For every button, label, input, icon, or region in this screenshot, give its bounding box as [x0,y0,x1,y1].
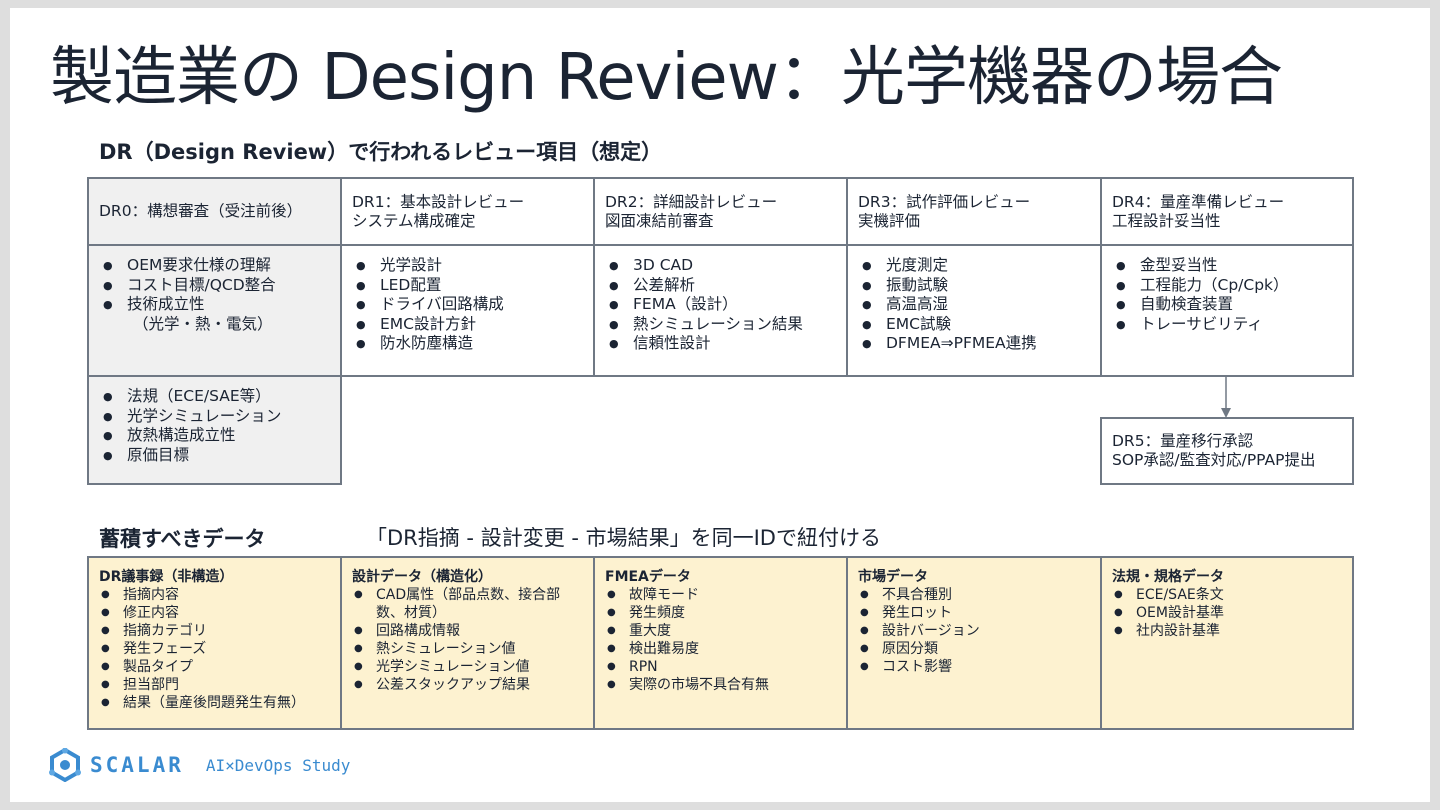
list-item: OEM要求仕様の理解 [101,256,330,276]
list-item: 発生フェーズ [99,640,330,658]
data-category-fmea: FMEAデータ 故障モード 発生頻度 重大度 検出難易度 RPN 実際の市場不具… [593,556,848,730]
list-item: 検出難易度 [605,640,836,658]
list-item: 高温高湿 [860,295,1090,315]
list-item: 公差解析 [607,276,836,296]
list-item: 発生ロット [858,604,1090,622]
list-item: 工程能力（Cp/Cpk） [1114,276,1342,296]
list-item: OEM設計基準 [1112,604,1342,622]
list-item: 原価目標 [101,446,330,466]
list-item: 3D CAD [607,256,836,276]
list-item: 製品タイプ [99,658,330,676]
list-item: 実際の市場不具合有無 [605,676,836,694]
list-item: 光度測定 [860,256,1090,276]
dr5-line2: SOP承認/監査対応/PPAP提出 [1112,451,1316,469]
list-item: 光学設計 [354,256,583,276]
list-item: 防水防塵構造 [354,334,583,354]
dr0-header: DR0：構想審査（受注前後） [87,177,342,246]
list-item: 結果（量産後問題発生有無） [99,694,330,712]
logo-text: SCALAR [90,753,184,777]
list-item: 技術成立性 [101,295,330,315]
dr2-header: DR2：詳細設計レビュー 図面凍結前審査 [593,177,848,246]
logo-subtext: AI×DevOps Study [205,755,351,775]
dr2-header-line1: DR2：詳細設計レビュー [605,192,778,211]
dr3-header: DR3：試作評価レビュー 実機評価 [846,177,1102,246]
list-item: FEMA（設計） [607,295,836,315]
list-item: 担当部門 [99,676,330,694]
data-category-design: 設計データ（構造化） CAD属性（部品点数、接合部数、材質） 回路構成情報 熱シ… [340,556,595,730]
dr3-header-line2: 実機評価 [858,211,921,230]
list-item: 不具合種別 [858,586,1090,604]
data-category-dr-minutes: DR議事録（非構造） 指摘内容 修正内容 指摘カテゴリ 発生フェーズ 製品タイプ… [87,556,342,730]
data-category-title: 法規・規格データ [1112,569,1224,585]
list-item: 金型妥当性 [1114,256,1342,276]
list-item: 重大度 [605,622,836,640]
review-items-subtitle: DR（Design Review）で行われるレビュー項目（想定） [99,140,663,164]
list-item: 指摘カテゴリ [99,622,330,640]
scalar-logo-icon [49,748,81,782]
dr0-header-line1: DR0：構想審査（受注前後） [99,202,303,221]
data-category-market: 市場データ 不具合種別 発生ロット 設計バージョン 原因分類 コスト影響 [846,556,1102,730]
dr0-extra-items: 法規（ECE/SAE等） 光学シミュレーション 放熱構造成立性 原価目標 [87,375,342,485]
footer-logo: SCALAR AI×DevOps Study [48,748,350,782]
list-item: 故障モード [605,586,836,604]
list-item: ドライバ回路構成 [354,295,583,315]
list-item: LED配置 [354,276,583,296]
list-item: DFMEA⇒PFMEA連携 [860,334,1090,354]
list-item: 光学シミュレーション [101,407,330,427]
data-category-regulation: 法規・規格データ ECE/SAE条文 OEM設計基準 社内設計基準 [1100,556,1354,730]
dr1-items: 光学設計 LED配置 ドライバ回路構成 EMC設計方針 防水防塵構造 [340,244,595,377]
list-item: 原因分類 [858,640,1090,658]
dr4-header: DR4：量産準備レビュー 工程設計妥当性 [1100,177,1354,246]
dr1-header-line1: DR1：基本設計レビュー [352,192,525,211]
data-category-title: 市場データ [858,569,928,585]
dr5-line1: DR5：量産移行承認 [1112,432,1254,451]
slide: 製造業の Design Review：光学機器の場合 DR（Design Rev… [10,8,1430,802]
dr3-items: 光度測定 振動試験 高温高湿 EMC試験 DFMEA⇒PFMEA連携 [846,244,1102,377]
list-item: 社内設計基準 [1112,622,1342,640]
dr3-header-line1: DR3：試作評価レビュー [858,192,1031,211]
data-category-title: FMEAデータ [605,569,691,585]
dr1-header-line2: システム構成確定 [352,211,476,230]
list-item: 光学シミュレーション値 [352,658,583,676]
data-section-title: 蓄積すべきデータ [99,527,266,551]
list-item: 信頼性設計 [607,334,836,354]
list-item: 公差スタックアップ結果 [352,676,583,694]
list-item: 放熱構造成立性 [101,426,330,446]
list-item: トレーサビリティ [1114,315,1342,335]
list-item: コスト影響 [858,658,1090,676]
list-item: 熱シミュレーション結果 [607,315,836,335]
list-item: 熱シミュレーション値 [352,640,583,658]
data-category-title: 設計データ（構造化） [352,569,492,585]
dr4-header-line2: 工程設計妥当性 [1112,211,1221,230]
list-item: 指摘内容 [99,586,330,604]
list-item: 回路構成情報 [352,622,583,640]
data-category-title: DR議事録（非構造） [99,569,234,585]
page-title: 製造業の Design Review：光学機器の場合 [50,41,1283,115]
list-item: 振動試験 [860,276,1090,296]
dr5-box: DR5：量産移行承認 SOP承認/監査対応/PPAP提出 [1100,417,1354,485]
dr2-items: 3D CAD 公差解析 FEMA（設計） 熱シミュレーション結果 信頼性設計 [593,244,848,377]
list-item: RPN [605,658,836,676]
dr4-items: 金型妥当性 工程能力（Cp/Cpk） 自動検査装置 トレーサビリティ [1100,244,1354,377]
list-item: 修正内容 [99,604,330,622]
dr4-header-line1: DR4：量産準備レビュー [1112,192,1285,211]
list-item: コスト目標/QCD整合 [101,276,330,296]
data-section-note: 「DR指摘 - 設計変更 - 市場結果」を同一IDで紐付ける [366,526,881,550]
list-item: CAD属性（部品点数、接合部数、材質） [352,586,583,622]
dr0-continuation: （光学・熱・電気） [133,314,273,333]
dr2-header-line2: 図面凍結前審査 [605,211,714,230]
list-item: 法規（ECE/SAE等） [101,387,330,407]
dr1-header: DR1：基本設計レビュー システム構成確定 [340,177,595,246]
list-item: ECE/SAE条文 [1112,586,1342,604]
dr0-items: OEM要求仕様の理解 コスト目標/QCD整合 技術成立性 （光学・熱・電気） [87,244,342,377]
list-item: 発生頻度 [605,604,836,622]
list-item: 設計バージョン [858,622,1090,640]
list-item: EMC設計方針 [354,315,583,335]
list-item: EMC試験 [860,315,1090,335]
list-item: 自動検査装置 [1114,295,1342,315]
